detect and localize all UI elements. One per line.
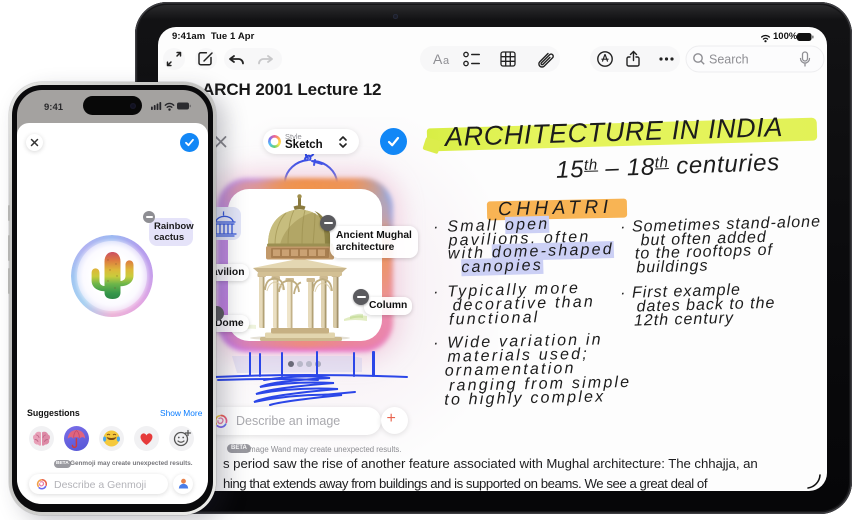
- svg-text:Search: Search: [709, 53, 749, 67]
- svg-text:A: A: [433, 51, 443, 67]
- svg-text:a: a: [443, 55, 450, 67]
